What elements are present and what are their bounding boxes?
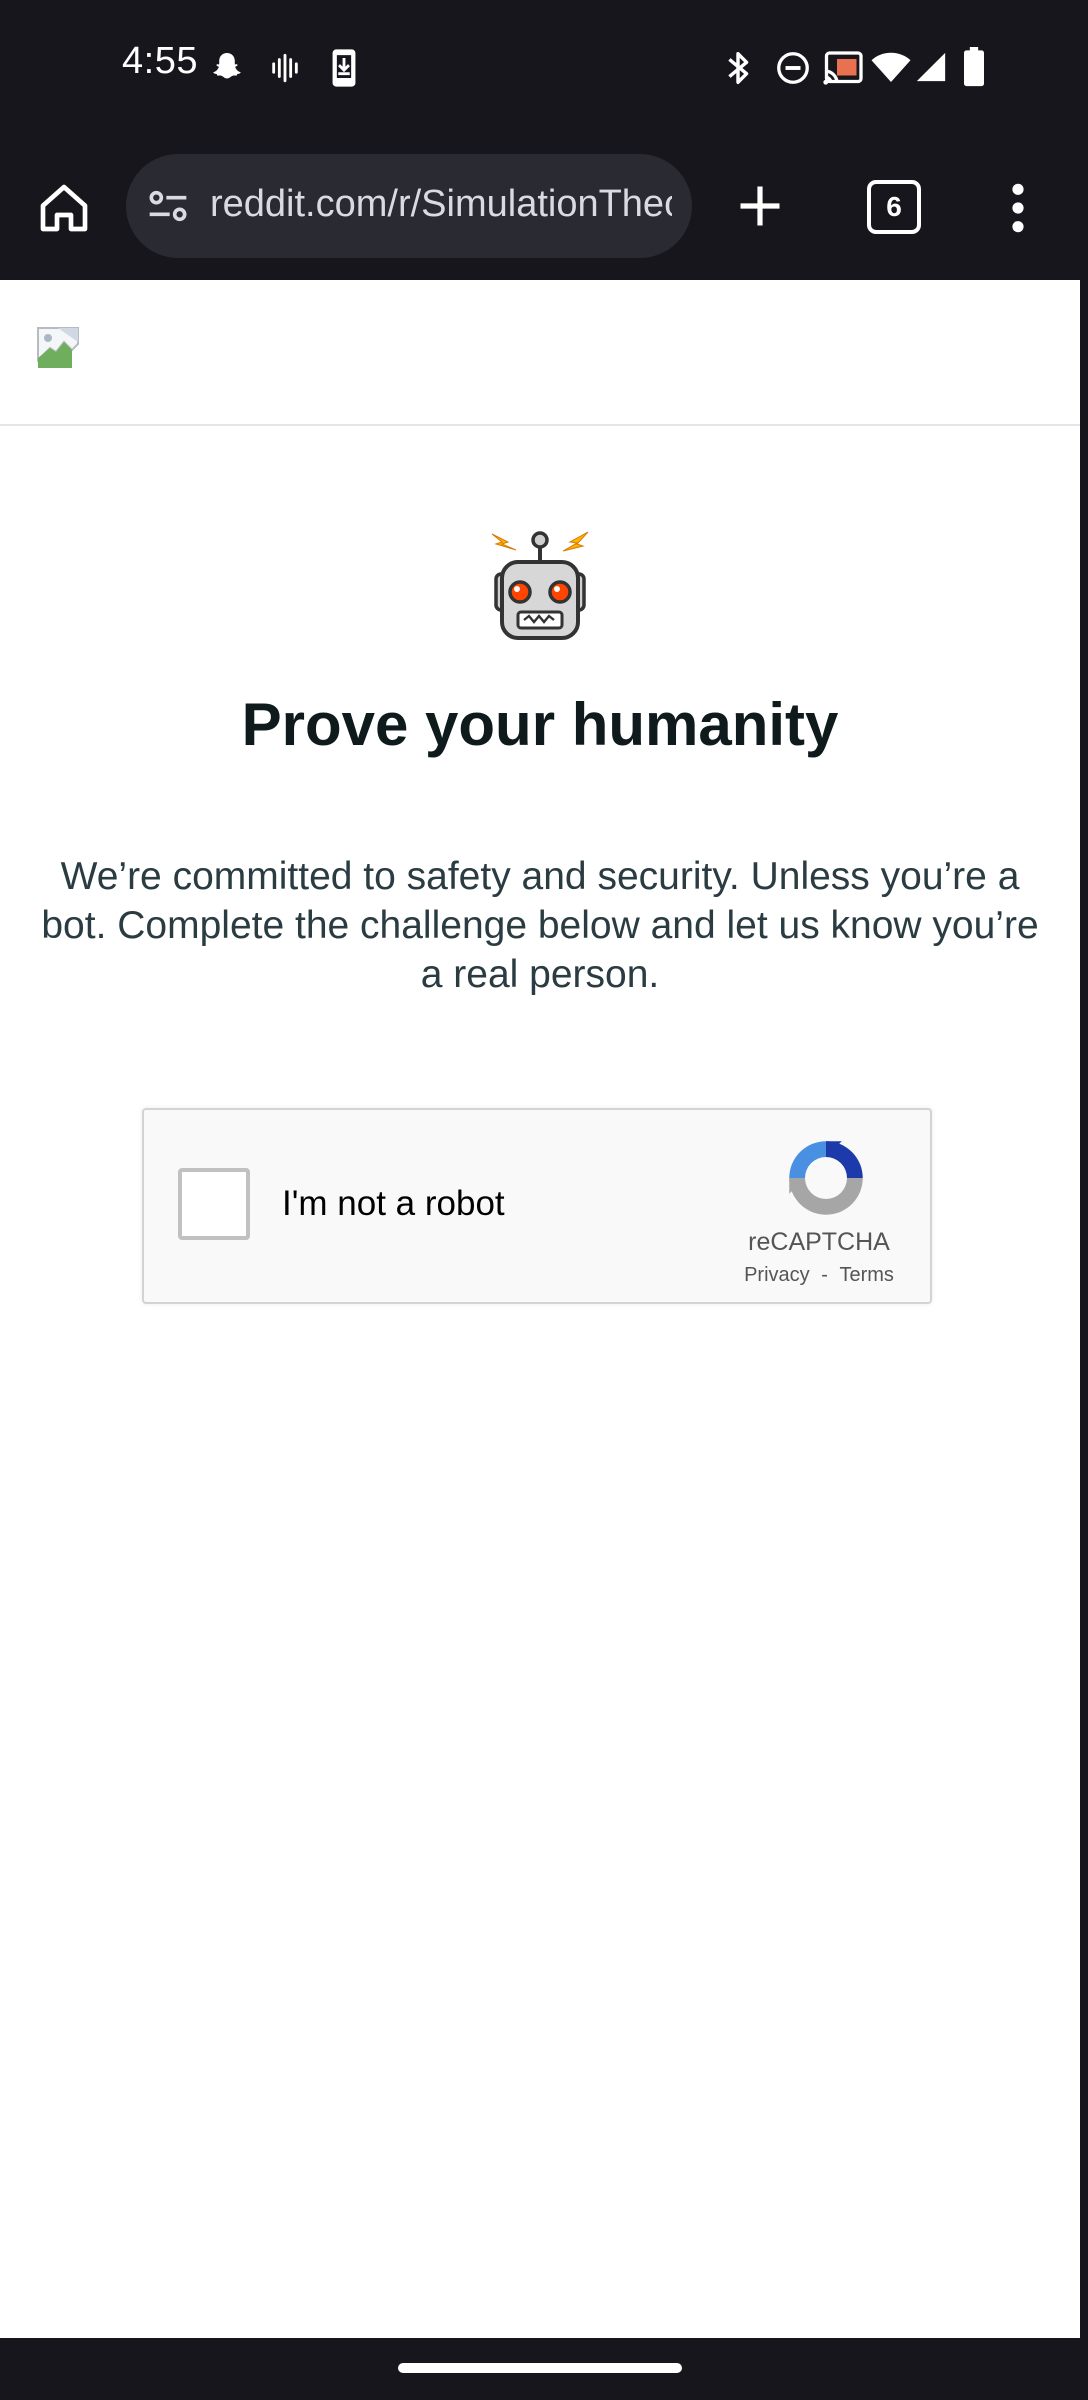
link-separator: - bbox=[821, 1264, 828, 1286]
status-time: 4:55 bbox=[122, 40, 198, 82]
more-menu-icon[interactable] bbox=[1000, 180, 1036, 236]
gesture-nav-bar bbox=[0, 2338, 1088, 2400]
recaptcha-brand: reCAPTCHA bbox=[748, 1228, 890, 1256]
bluetooth-icon bbox=[728, 52, 749, 84]
web-page: Prove your humanity We’re committed to s… bbox=[0, 280, 1080, 2338]
recaptcha-widget: I'm not a robot reCAPTCHA Privacy - Term… bbox=[142, 1108, 932, 1304]
recaptcha-logo-icon bbox=[789, 1141, 863, 1215]
terms-link[interactable]: Terms bbox=[839, 1264, 893, 1287]
recaptcha-checkbox[interactable] bbox=[178, 1168, 250, 1240]
address-bar[interactable]: reddit.com/r/SimulationTheory bbox=[126, 154, 692, 258]
broken-image-icon bbox=[37, 327, 79, 368]
cast-icon bbox=[823, 51, 863, 85]
snapchat-icon bbox=[213, 53, 241, 79]
recaptcha-label[interactable]: I'm not a robot bbox=[282, 1184, 505, 1224]
page-description: We’re committed to safety and security. … bbox=[41, 855, 1039, 996]
reddit-robot-icon bbox=[491, 531, 589, 640]
phone-screen: 4:55 reddit.com/r/SimulationTheory 6 Pro… bbox=[0, 0, 1088, 2400]
url-text[interactable]: reddit.com/r/SimulationTheory bbox=[210, 183, 672, 226]
download-phone-icon bbox=[332, 49, 356, 87]
home-gesture-handle[interactable] bbox=[398, 2363, 682, 2373]
browser-toolbar: reddit.com/r/SimulationTheory 6 bbox=[0, 136, 1088, 280]
cell-signal-icon bbox=[916, 52, 946, 82]
status-bar: 4:55 bbox=[0, 0, 1088, 136]
page-header bbox=[0, 280, 1080, 426]
site-settings-icon[interactable] bbox=[146, 186, 190, 226]
privacy-link[interactable]: Privacy bbox=[744, 1264, 810, 1287]
new-tab-icon[interactable] bbox=[734, 180, 786, 232]
page-title: Prove your humanity bbox=[241, 691, 839, 758]
page-edge bbox=[1080, 280, 1088, 2338]
do-not-disturb-icon bbox=[777, 52, 809, 84]
recaptcha-links: Privacy - Terms bbox=[734, 1264, 904, 1287]
sound-wave-icon bbox=[272, 53, 298, 83]
battery-icon bbox=[964, 47, 984, 87]
tab-switcher-button[interactable]: 6 bbox=[867, 180, 921, 234]
home-icon[interactable] bbox=[36, 180, 92, 236]
wifi-icon bbox=[871, 52, 911, 82]
